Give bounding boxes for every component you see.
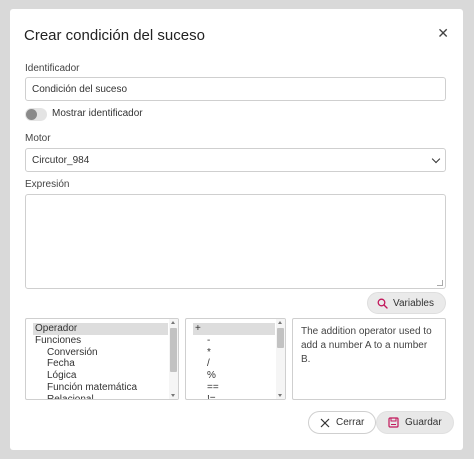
operator-scrollbar[interactable] [276,319,285,399]
operator-item[interactable]: - [186,335,285,347]
scroll-down-icon[interactable] [171,394,175,397]
show-identifier-toggle[interactable] [25,108,47,121]
expression-textarea[interactable] [25,194,446,289]
operator-item[interactable]: * [186,347,285,359]
category-item[interactable]: Lógica [26,370,178,382]
category-item[interactable]: Función matemática [26,382,178,394]
operator-item[interactable]: == [186,382,285,394]
motor-select[interactable]: Circutor_984 [25,148,446,172]
operator-list: + - * /% == != [186,319,285,399]
operator-item[interactable]: / [186,358,285,370]
close-icon[interactable]: ✕ [437,25,449,42]
operator-description: The addition operator used to add a numb… [292,318,446,400]
variables-button[interactable]: Variables [367,292,446,314]
scroll-down-icon[interactable] [278,394,282,397]
condition-dialog: Crear condición del suceso ✕ Identificad… [10,9,463,450]
save-button[interactable]: Guardar [376,411,454,434]
category-listbox[interactable]: Operador Funciones Conversión Fecha Lógica Fu… [25,318,179,400]
expression-label: Expresión [25,179,70,190]
dialog-title: Crear condición del suceso [24,27,205,44]
save-label: Guardar [405,417,442,428]
category-item[interactable]: Conversión [26,347,178,359]
toggle-knob [26,109,37,120]
operator-item[interactable]: + [193,323,275,335]
search-icon [377,298,388,309]
close-button[interactable]: Cerrar [308,411,377,434]
category-item[interactable]: Relacional [26,394,178,399]
variables-label: Variables [393,297,434,309]
chevron-down-icon [431,154,441,164]
motor-value: Circutor_984 [32,155,90,166]
category-item[interactable]: Operador [33,323,168,335]
close-label: Cerrar [336,417,365,428]
identifier-value: Condición del suceso [32,84,128,95]
category-list: Operador Funciones Conversión Fecha Lógica Fu… [26,319,178,399]
close-icon [320,418,330,427]
scrollbar-thumb[interactable] [277,328,284,348]
category-scrollbar[interactable] [169,319,178,399]
operator-item[interactable]: != [186,394,285,399]
identifier-label: Identificador [25,63,80,74]
scroll-up-icon[interactable] [171,321,175,324]
operator-item[interactable]: % [186,370,285,382]
resize-grip-icon[interactable] [437,280,443,286]
category-item[interactable]: Funciones [26,335,178,347]
identifier-input[interactable]: Condición del suceso [25,77,446,101]
scroll-up-icon[interactable] [278,321,282,324]
category-item[interactable]: Fecha [26,358,178,370]
scrollbar-thumb[interactable] [170,328,177,372]
motor-label: Motor [25,133,51,144]
show-identifier-label: Mostrar identificador [52,108,143,119]
operator-listbox[interactable]: + - * /% == != [185,318,286,400]
save-icon [388,417,399,428]
